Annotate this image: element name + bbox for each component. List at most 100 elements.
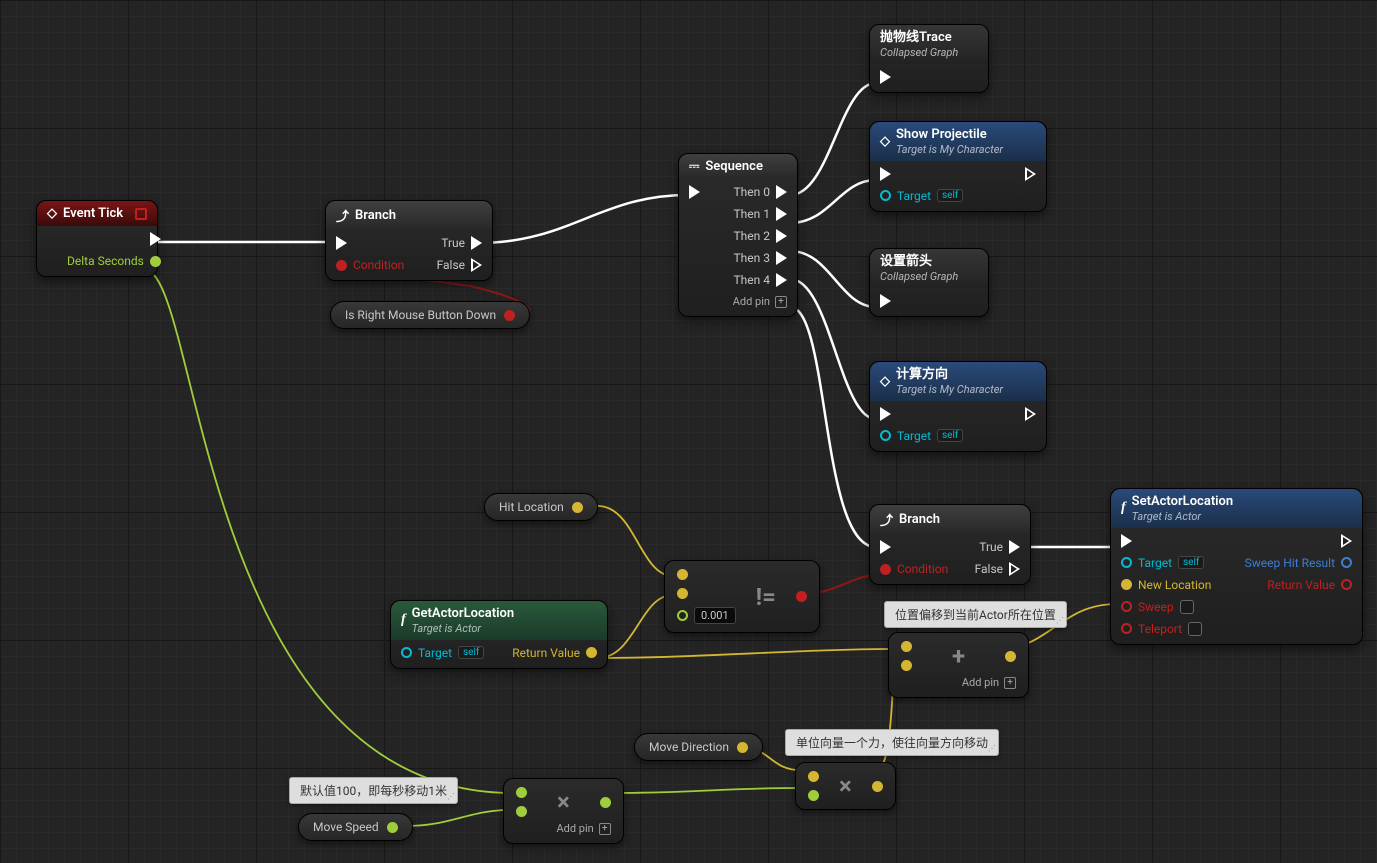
- then4-pin[interactable]: Then 4: [734, 273, 787, 287]
- branch-node[interactable]: ⤴ Branch Condition True False: [325, 200, 493, 281]
- b-pin[interactable]: [677, 588, 688, 599]
- exec-in-pin[interactable]: [880, 540, 948, 554]
- calc-direction-node[interactable]: ◇ 计算方向 Target is My Character Targetself: [869, 361, 1047, 452]
- move-speed-variable[interactable]: Move Speed: [298, 813, 413, 841]
- exec-out-pin[interactable]: [1341, 534, 1352, 548]
- teleport-checkbox[interactable]: [1188, 622, 1202, 636]
- delta-seconds-pin[interactable]: Delta Seconds: [67, 254, 161, 268]
- sweep-checkbox[interactable]: [1180, 600, 1194, 614]
- add-pin-label: Add pin: [557, 822, 594, 835]
- add-pin-button[interactable]: Add pin+: [901, 676, 1016, 689]
- hit-location-variable[interactable]: Hit Location: [484, 493, 598, 521]
- exec-in-pin[interactable]: [880, 294, 891, 308]
- move-direction-variable[interactable]: Move Direction: [634, 733, 763, 761]
- sequence-node[interactable]: ⎓ Sequence Then 0 Then 1 Then 2 Then 3 T…: [678, 153, 798, 317]
- operator-icon: ×: [557, 788, 570, 816]
- vector-add-node[interactable]: + Add pin+: [888, 632, 1029, 698]
- node-header: f GetActorLocation Target is Actor: [391, 601, 607, 640]
- sweep-pin[interactable]: Sweep: [1121, 600, 1211, 614]
- comment-offset[interactable]: 位置偏移到当前Actor所在位置⋰: [884, 601, 1067, 628]
- bool-out-pin[interactable]: [504, 310, 515, 321]
- tolerance-pin[interactable]: 0.001: [677, 607, 736, 624]
- get-actor-location-node[interactable]: f GetActorLocation Target is Actor Targe…: [390, 600, 608, 669]
- vector-out-pin[interactable]: [737, 742, 748, 753]
- exec-in-pin[interactable]: [880, 407, 963, 421]
- exec-in-pin[interactable]: [689, 185, 700, 199]
- return-value-pin[interactable]: Return Value: [512, 646, 597, 660]
- true-pin[interactable]: True: [441, 236, 482, 250]
- a-pin[interactable]: [677, 569, 688, 580]
- condition-pin[interactable]: Condition: [336, 258, 404, 272]
- b-pin[interactable]: [901, 660, 912, 671]
- branch-node-2[interactable]: ⤴ Branch Condition True False: [869, 504, 1031, 585]
- new-location-pin[interactable]: New Location: [1121, 578, 1211, 592]
- set-actor-location-node[interactable]: f SetActorLocation Target is Actor Targe…: [1110, 488, 1363, 645]
- pin-label: Target: [418, 646, 452, 660]
- variable-label: Move Direction: [649, 740, 729, 754]
- set-arrow-collapsed-node[interactable]: 设置箭头 Collapsed Graph: [869, 248, 989, 317]
- exec-out-pin[interactable]: [1025, 167, 1036, 181]
- event-tick-node[interactable]: ◇ Event Tick Delta Seconds: [36, 200, 158, 277]
- node-title: Sequence: [705, 159, 763, 174]
- target-pin[interactable]: Targetself: [401, 646, 484, 660]
- vector-scale-node[interactable]: ×: [795, 762, 896, 810]
- trace-collapsed-node[interactable]: 抛物线Trace Collapsed Graph: [869, 24, 989, 93]
- b-pin[interactable]: [808, 790, 819, 801]
- show-projectile-node[interactable]: ◇ Show Projectile Target is My Character…: [869, 121, 1047, 212]
- node-title: 抛物线Trace: [880, 30, 958, 46]
- add-pin-button[interactable]: Add pin+: [516, 822, 611, 835]
- teleport-pin[interactable]: Teleport: [1121, 622, 1211, 636]
- float-out-pin[interactable]: [387, 822, 398, 833]
- then0-pin[interactable]: Then 0: [734, 185, 787, 199]
- node-header: 抛物线Trace Collapsed Graph: [870, 25, 988, 64]
- a-pin[interactable]: [516, 787, 527, 798]
- self-tag: self: [937, 189, 963, 202]
- add-pin-button[interactable]: Add pin+: [733, 295, 787, 308]
- result-pin[interactable]: [796, 591, 807, 602]
- float-multiply-node[interactable]: × Add pin+: [503, 778, 624, 844]
- result-pin[interactable]: [872, 781, 883, 792]
- result-pin[interactable]: [600, 797, 611, 808]
- vector-out-pin[interactable]: [572, 502, 583, 513]
- then1-pin[interactable]: Then 1: [734, 207, 787, 221]
- return-value-pin[interactable]: Return Value: [1267, 578, 1352, 592]
- sweep-hit-result-pin[interactable]: Sweep Hit Result: [1245, 556, 1352, 570]
- comment-unit-force[interactable]: 单位向量一个力，使往向量方向移动⋰: [785, 729, 999, 756]
- a-pin[interactable]: [901, 641, 912, 652]
- exec-in-pin[interactable]: [880, 167, 963, 181]
- not-equal-node[interactable]: 0.001 !=: [664, 560, 820, 633]
- pin-label: Then 3: [734, 251, 770, 265]
- node-header: ⎓ Sequence: [679, 154, 797, 179]
- resize-handle-icon[interactable]: ⋰: [447, 792, 455, 801]
- result-pin[interactable]: [1005, 651, 1016, 662]
- node-header: 设置箭头 Collapsed Graph: [870, 249, 988, 288]
- exec-out-pin[interactable]: [150, 232, 161, 246]
- then2-pin[interactable]: Then 2: [734, 229, 787, 243]
- then3-pin[interactable]: Then 3: [734, 251, 787, 265]
- resize-handle-icon[interactable]: ⋰: [1056, 616, 1064, 625]
- node-title: Event Tick: [63, 206, 123, 221]
- node-header: ⤴ Branch: [326, 201, 492, 230]
- resize-handle-icon[interactable]: ⋰: [988, 744, 996, 753]
- comment-default-100[interactable]: 默认值100，即每秒移动1米⋰: [289, 777, 458, 804]
- target-pin[interactable]: Targetself: [880, 189, 963, 203]
- condition-pin[interactable]: Condition: [880, 562, 948, 576]
- pin-label: Sweep: [1138, 600, 1174, 614]
- target-pin[interactable]: Targetself: [1121, 556, 1211, 570]
- b-pin[interactable]: [516, 806, 527, 817]
- exec-in-pin[interactable]: [1121, 534, 1211, 548]
- is-right-mouse-button-node[interactable]: Is Right Mouse Button Down: [330, 301, 530, 329]
- pin-label: Target: [1138, 556, 1172, 570]
- tolerance-input[interactable]: 0.001: [694, 607, 736, 624]
- exec-out-pin[interactable]: [1025, 407, 1036, 421]
- pin-label: Target: [897, 429, 931, 443]
- false-pin[interactable]: False: [437, 258, 482, 272]
- exec-in-pin[interactable]: [880, 70, 891, 84]
- false-pin[interactable]: False: [975, 562, 1020, 576]
- exec-in-pin[interactable]: [336, 236, 404, 250]
- function-icon: ◇: [880, 134, 890, 149]
- a-pin[interactable]: [808, 771, 819, 782]
- true-pin[interactable]: True: [979, 540, 1020, 554]
- pin-label: Return Value: [512, 646, 580, 660]
- target-pin[interactable]: Targetself: [880, 429, 963, 443]
